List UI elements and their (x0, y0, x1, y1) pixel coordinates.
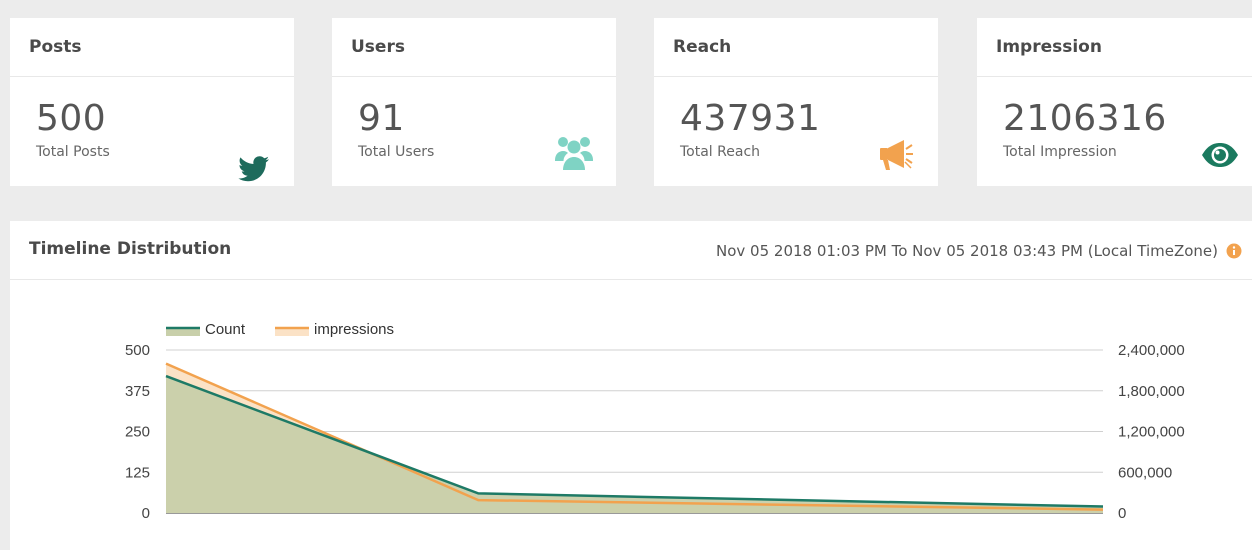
right-tick-label: 0 (1118, 505, 1126, 522)
users-card-title: Users (332, 18, 616, 77)
legend-label-count: Count (205, 321, 246, 338)
left-tick-label: 250 (125, 424, 150, 441)
posts-card: Posts 500 Total Posts (10, 18, 294, 186)
reach-card-label: Total Reach (680, 144, 761, 160)
users-card-label: Total Users (358, 144, 435, 160)
users-icon (555, 137, 593, 170)
legend-label-impressions: impressions (314, 321, 394, 338)
left-tick-label: 375 (125, 383, 150, 400)
left-tick-label: 125 (125, 464, 150, 481)
right-tick-label: 1,200,000 (1118, 424, 1185, 441)
chart-legend: Count impressions (166, 321, 394, 338)
impression-card-value: 2106316 (1003, 98, 1167, 139)
users-card-value: 91 (358, 98, 405, 139)
posts-card-value: 500 (36, 98, 107, 139)
posts-card-label: Total Posts (36, 144, 110, 160)
right-axis-ticks: 2,400,000 1,800,000 1,200,000 600,000 0 (1118, 342, 1185, 522)
timeline-panel: Timeline Distribution Nov 05 2018 01:03 … (10, 221, 1252, 550)
left-axis-ticks: 500 375 250 125 0 (125, 342, 150, 522)
right-tick-label: 2,400,000 (1118, 342, 1185, 359)
users-card: Users 91 Total Users (332, 18, 616, 186)
timeline-chart: 500 375 250 125 0 2,400,000 1,800,000 1,200,00… (125, 321, 1185, 522)
right-tick-label: 600,000 (1118, 464, 1172, 481)
impression-card-title: Impression (977, 18, 1252, 77)
eye-icon (1202, 143, 1238, 167)
impression-card: Impression 2106316 Total Impression (977, 18, 1252, 186)
reach-card-value: 437931 (680, 98, 821, 139)
chart-areas (166, 363, 1103, 513)
reach-card: Reach 437931 Total Reach (654, 18, 938, 186)
left-tick-label: 0 (142, 505, 150, 522)
right-tick-label: 1,800,000 (1118, 383, 1185, 400)
reach-card-title: Reach (654, 18, 938, 77)
series-area-count (166, 376, 1103, 513)
twitter-icon (238, 156, 269, 182)
posts-card-title: Posts (10, 18, 294, 77)
megaphone-icon (880, 140, 913, 170)
impression-card-label: Total Impression (1003, 144, 1117, 160)
left-tick-label: 500 (125, 342, 150, 359)
